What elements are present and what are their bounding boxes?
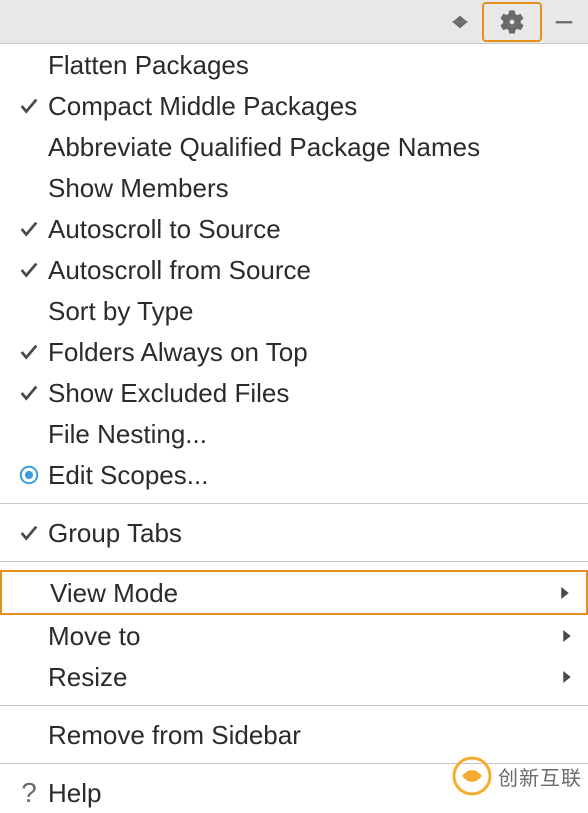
menu-item-show-members[interactable]: Show Members [0,167,588,208]
menu-item-sort-by-type[interactable]: Sort by Type [0,290,588,331]
menu-label: Resize [48,664,558,690]
menu-label: Compact Middle Packages [48,93,576,119]
menu-label: Sort by Type [48,298,576,324]
menu-label: Folders Always on Top [48,339,576,365]
split-collapse-icon [449,11,471,33]
menu-label: Abbreviate Qualified Package Names [48,134,576,160]
minimize-button[interactable] [546,4,582,40]
check-icon [10,382,48,404]
menu-label: Autoscroll to Source [48,216,576,242]
chevron-right-icon [556,584,574,602]
menu-item-autoscroll-from-source[interactable]: Autoscroll from Source [0,249,588,290]
question-icon: ? [10,779,48,807]
menu-item-show-excluded[interactable]: Show Excluded Files [0,372,588,413]
menu-item-resize[interactable]: Resize [0,656,588,697]
menu-item-compact-middle-packages[interactable]: Compact Middle Packages [0,85,588,126]
menu-item-folders-on-top[interactable]: Folders Always on Top [0,331,588,372]
menu-label: Group Tabs [48,520,576,546]
menu-item-move-to[interactable]: Move to [0,615,588,656]
menu-item-autoscroll-to-source[interactable]: Autoscroll to Source [0,208,588,249]
menu-item-remove-from-sidebar[interactable]: Remove from Sidebar [0,714,588,755]
chevron-right-icon [558,668,576,686]
toolbar [0,0,588,44]
radio-icon [10,464,48,486]
menu-label: Remove from Sidebar [48,722,576,748]
gear-icon [498,8,526,36]
separator [0,705,588,706]
watermark-logo-icon [452,756,492,796]
menu-label: Autoscroll from Source [48,257,576,283]
menu-item-view-mode[interactable]: View Mode [2,572,586,613]
menu-item-group-tabs[interactable]: Group Tabs [0,512,588,553]
menu-item-file-nesting[interactable]: File Nesting... [0,413,588,454]
gear-button[interactable] [482,2,542,42]
check-icon [10,259,48,281]
menu-label: Show Excluded Files [48,380,576,406]
menu-label: View Mode [50,580,556,606]
settings-menu: Flatten Packages Compact Middle Packages… [0,44,588,813]
highlight-box: View Mode [0,570,588,615]
check-icon [10,341,48,363]
menu-item-edit-scopes[interactable]: Edit Scopes... [0,454,588,495]
hide-tool-button[interactable] [442,4,478,40]
menu-label: Move to [48,623,558,649]
check-icon [10,95,48,117]
menu-item-flatten-packages[interactable]: Flatten Packages [0,44,588,85]
menu-label: Show Members [48,175,576,201]
separator [0,503,588,504]
watermark-text: 创新互联 [498,762,582,791]
menu-label: Flatten Packages [48,52,576,78]
menu-item-abbreviate-names[interactable]: Abbreviate Qualified Package Names [0,126,588,167]
check-icon [10,218,48,240]
chevron-right-icon [558,627,576,645]
check-icon [10,522,48,544]
menu-label: Edit Scopes... [48,462,576,488]
separator [0,561,588,562]
watermark: 创新互联 [452,756,582,796]
minimize-icon [553,11,575,33]
menu-label: File Nesting... [48,421,576,447]
